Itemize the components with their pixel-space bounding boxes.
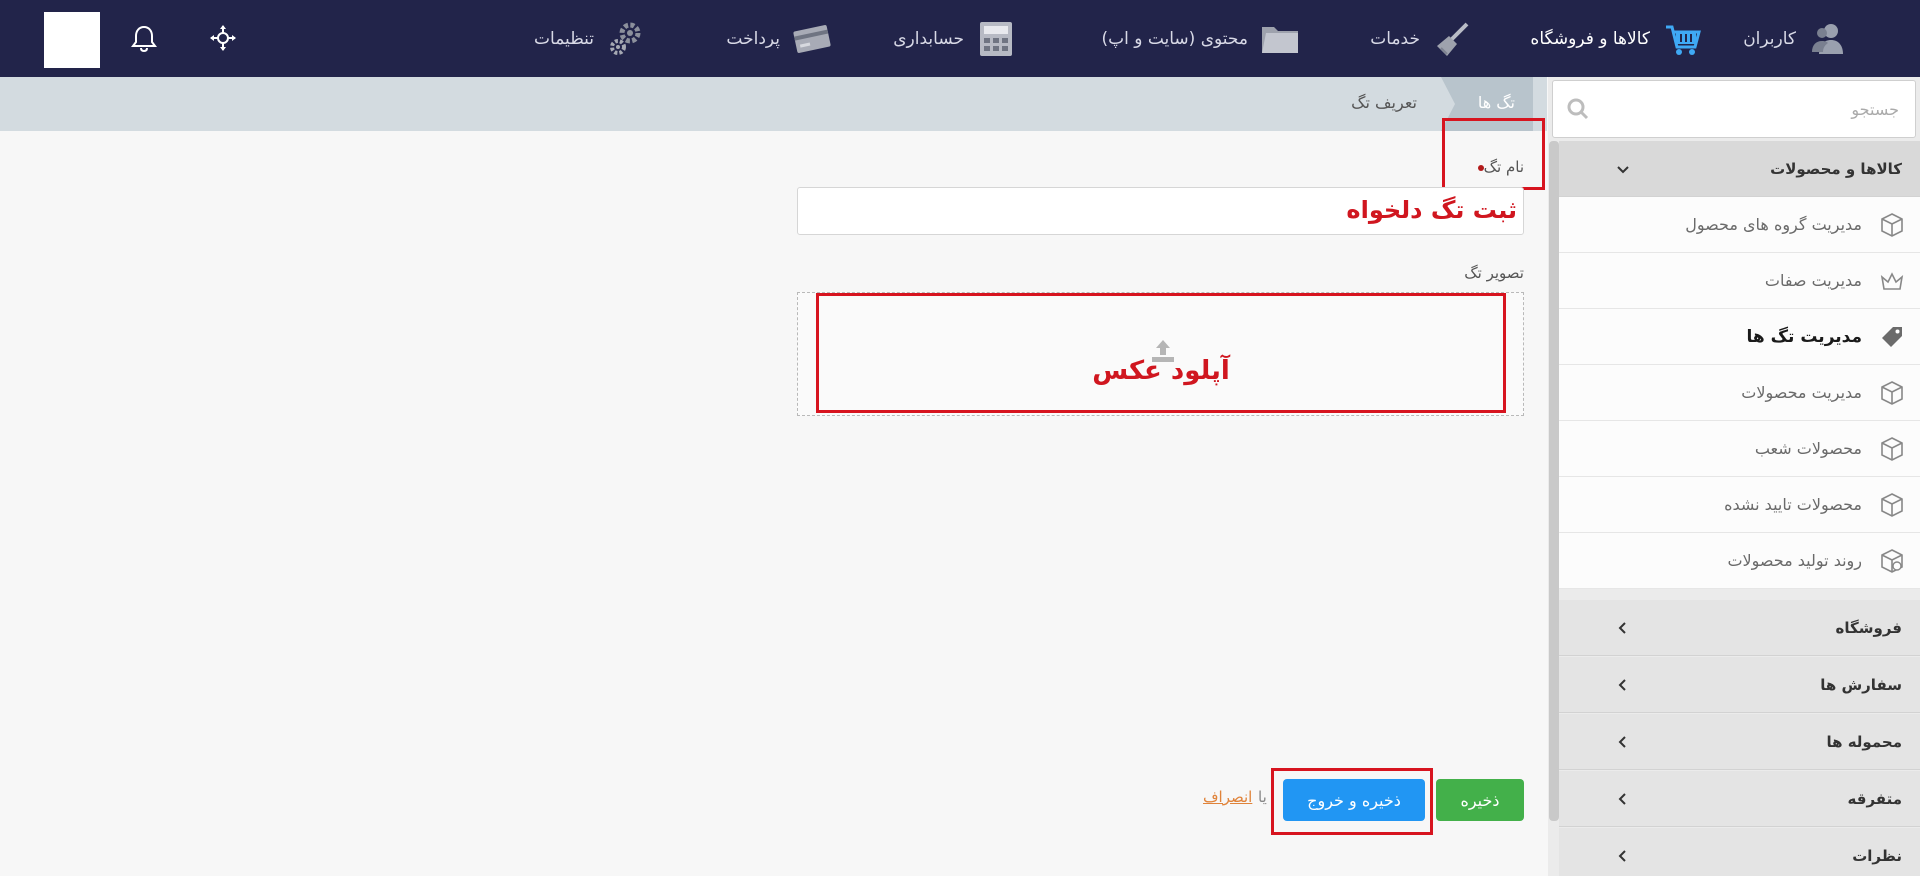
nav-item-label: کالاها و فروشگاه (1530, 28, 1650, 49)
highlight-box (1271, 768, 1433, 835)
folder-icon (1260, 19, 1300, 59)
move-icon[interactable] (207, 22, 239, 54)
sidebar-item-attributes[interactable]: مدیریت صفات (1559, 253, 1920, 309)
bell-icon[interactable] (128, 22, 160, 54)
crown-icon (1880, 272, 1904, 290)
nav-item-label: تنظیمات (534, 28, 594, 49)
sidebar-section-misc[interactable]: متفرقه (1559, 771, 1920, 827)
nav-item-content[interactable]: محتوی (سایت و اپ) (1101, 0, 1300, 77)
sidebar-section-label: فروشگاه (1835, 618, 1902, 637)
sidebar-item-unapproved-products[interactable]: محصولات تایید نشده (1559, 477, 1920, 533)
upload-label: آپلود عکس (1092, 356, 1230, 386)
sidebar-item-label: مدیریت تگ ها (1746, 327, 1862, 347)
chevron-left-icon (1618, 679, 1626, 691)
nav-item-payment[interactable]: پرداخت (726, 0, 832, 77)
tag-image-label: تصویر تگ (1464, 264, 1524, 282)
cancel-link[interactable]: انصراف (1203, 788, 1252, 806)
calculator-icon (976, 19, 1016, 59)
sidebar-item-label: مدیریت محصولات (1741, 383, 1862, 402)
tag-name-value: ثبت تگ دلخواه (1346, 196, 1517, 224)
nav-item-accounting[interactable]: حسابداری (893, 0, 1016, 77)
nav-item-services[interactable]: خدمات (1370, 0, 1472, 77)
sidebar-item-production-process[interactable]: روند تولید محصولات (1559, 533, 1920, 589)
nav-item-label: کاربران (1743, 28, 1796, 49)
sidebar-item-label: مدیریت صفات (1764, 271, 1862, 290)
chevron-down-icon (1617, 166, 1629, 174)
nav-item-label: پرداخت (726, 28, 780, 49)
search-icon[interactable] (1567, 98, 1589, 120)
sidebar-item-product-groups[interactable]: مدیریت گروه های محصول (1559, 197, 1920, 253)
sidebar-scrollbar[interactable] (1549, 141, 1559, 821)
sidebar-section-store[interactable]: فروشگاه (1559, 600, 1920, 656)
breadcrumb-page-label: تعریف تگ (1351, 93, 1417, 112)
image-upload-dropzone[interactable]: آپلود عکس (797, 292, 1524, 416)
box-icon (1881, 213, 1903, 237)
gears-icon (606, 19, 646, 59)
tag-icon (1882, 327, 1902, 347)
users-icon (1808, 19, 1848, 59)
sidebar-item-branch-products[interactable]: محصولات شعب (1559, 421, 1920, 477)
chevron-left-icon (1618, 793, 1626, 805)
credit-card-icon (792, 19, 832, 59)
chevron-left-icon (1618, 622, 1626, 634)
breadcrumb-current-label: تگ ها (1477, 93, 1515, 112)
tag-name-input[interactable]: ثبت تگ دلخواه (797, 187, 1524, 235)
or-text: یا (1258, 788, 1267, 806)
sidebar-item-label: محصولات شعب (1754, 439, 1862, 458)
nav-item-products-store[interactable]: کالاها و فروشگاه (1530, 0, 1702, 77)
chevron-left-icon (1618, 850, 1626, 862)
sidebar-item-label: محصولات تایید نشده (1724, 495, 1862, 514)
box-icon (1881, 437, 1903, 461)
upload-highlight[interactable]: آپلود عکس (816, 293, 1506, 413)
sidebar-item-products[interactable]: مدیریت محصولات (1559, 365, 1920, 421)
chevron-left-icon (1618, 736, 1626, 748)
broom-icon (1432, 19, 1472, 59)
nav-item-label: محتوی (سایت و اپ) (1101, 28, 1248, 49)
box-icon (1881, 493, 1903, 517)
shopping-cart-icon (1662, 19, 1702, 59)
highlight-box (1442, 118, 1545, 190)
sidebar-search (1552, 80, 1916, 138)
sidebar-section-label: کالاها و محصولات (1770, 159, 1902, 178)
sidebar: کالاها و محصولات مدیریت گروه های محصول م… (1548, 77, 1920, 876)
box-icon (1881, 381, 1903, 405)
nav-item-users[interactable]: کاربران (1743, 0, 1848, 77)
nav-item-label: خدمات (1370, 28, 1420, 49)
sidebar-item-tags[interactable]: مدیریت تگ ها (1559, 309, 1920, 365)
sidebar-item-label: مدیریت گروه های محصول (1685, 215, 1862, 234)
sidebar-section-products[interactable]: کالاها و محصولات (1559, 141, 1920, 197)
avatar[interactable] (44, 12, 100, 68)
top-navigation-bar: کاربران کالاها و فروشگاه خدمات محتوی (سا… (0, 0, 1920, 77)
sidebar-item-label: روند تولید محصولات (1727, 551, 1862, 570)
sidebar-section-label: نظرات (1852, 846, 1902, 865)
sidebar-section-label: سفارش ها (1820, 675, 1902, 694)
nav-item-settings[interactable]: تنظیمات (534, 0, 646, 77)
sidebar-section-label: محموله ها (1826, 732, 1902, 751)
search-input[interactable] (1615, 81, 1915, 137)
sidebar-section-orders[interactable]: سفارش ها (1559, 657, 1920, 713)
sidebar-section-label: متفرقه (1847, 789, 1902, 808)
sidebar-section-comments[interactable]: نظرات (1559, 828, 1920, 876)
save-button[interactable]: ذخیره (1436, 779, 1524, 821)
sidebar-section-shipments[interactable]: محموله ها (1559, 714, 1920, 770)
nav-item-label: حسابداری (893, 28, 964, 49)
breadcrumb: تگ ها تعریف تگ (0, 77, 1547, 131)
box-process-icon (1881, 549, 1903, 573)
